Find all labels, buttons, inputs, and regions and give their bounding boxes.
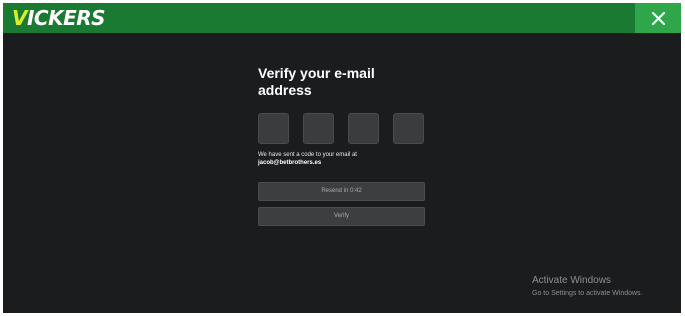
- logo-accent-letter: V: [12, 6, 27, 30]
- watermark-subtitle: Go to Settings to activate Windows.: [532, 290, 643, 297]
- email-address: jacob@betbrothers.es: [258, 160, 322, 166]
- activate-windows-watermark: Activate Windows Go to Settings to activ…: [532, 275, 643, 299]
- code-digit-4[interactable]: [393, 113, 424, 144]
- resend-button[interactable]: Resend in 0:42: [258, 182, 425, 201]
- code-input-row: [258, 113, 428, 145]
- verify-email-panel: Verify your e-mail address We have sent …: [258, 65, 428, 226]
- logo-text: ICKERS: [26, 6, 106, 30]
- app-window: VICKERS Verify your e-mail address We ha…: [3, 3, 681, 313]
- verify-button[interactable]: Verify: [258, 207, 425, 226]
- sent-message-text: We have sent a code to your email at: [258, 152, 357, 158]
- close-button[interactable]: [635, 3, 681, 33]
- page-title: Verify your e-mail address: [258, 65, 375, 98]
- vickers-logo: VICKERS: [12, 6, 106, 30]
- code-sent-message: We have sent a code to your email at jac…: [258, 151, 428, 167]
- code-digit-1[interactable]: [258, 113, 289, 144]
- watermark-title: Activate Windows: [532, 275, 611, 286]
- close-icon: [651, 11, 665, 25]
- code-digit-3[interactable]: [348, 113, 379, 144]
- code-digit-2[interactable]: [303, 113, 334, 144]
- header-bar: VICKERS: [3, 3, 681, 33]
